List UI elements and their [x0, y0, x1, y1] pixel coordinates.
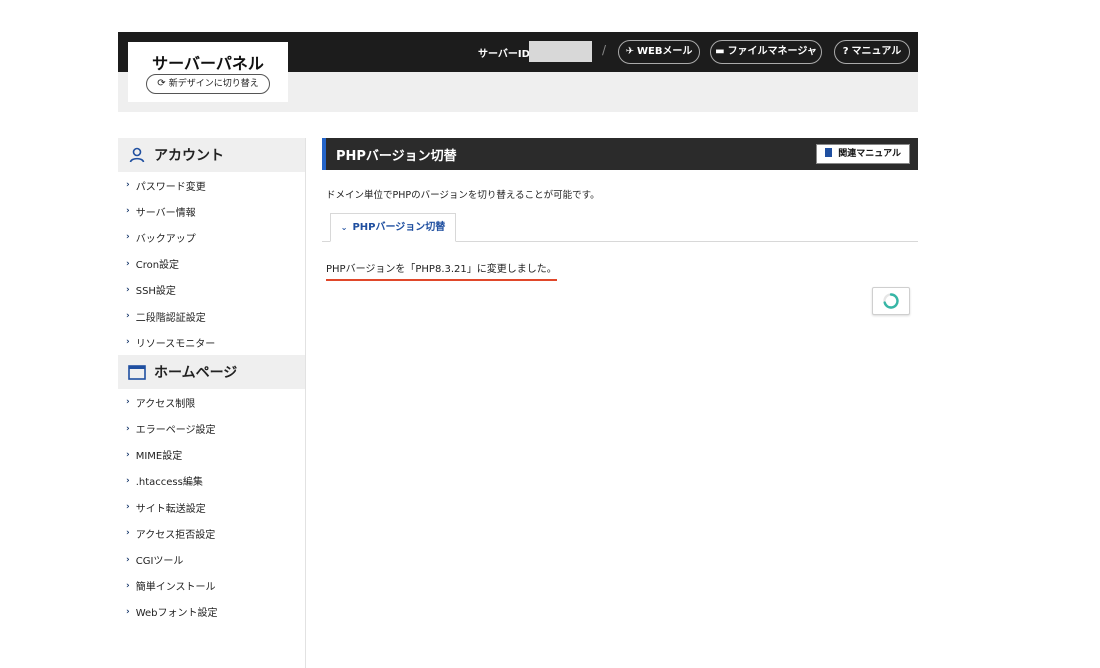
sidebar-item-mime[interactable]: › MIME設定	[118, 442, 305, 468]
chevron-down-icon: ⌄	[340, 223, 348, 232]
new-design-button[interactable]: ⟳ 新デザインに切り替え	[146, 74, 270, 94]
sidebar-item-server-info[interactable]: › サーバー情報	[118, 198, 305, 224]
sidebar-item-cgi-tools[interactable]: › CGIツール	[118, 546, 305, 572]
sidebar-section-account: アカウント	[118, 138, 305, 172]
spinner-icon	[883, 293, 899, 309]
chevron-right-icon: ›	[126, 449, 130, 460]
sidebar-item-error-page[interactable]: › エラーページ設定	[118, 416, 305, 442]
sidebar: アカウント › パスワード変更 › サーバー情報 › バックアップ › Cron設定 ›…	[118, 138, 306, 668]
sidebar-section-homepage: ホームページ	[118, 355, 305, 390]
webmail-button[interactable]: ✈ WEBメール	[618, 40, 700, 64]
webmail-label: WEBメール	[636, 46, 693, 57]
tab-php-version[interactable]: ⌄ PHPバージョン切替	[330, 213, 456, 242]
folder-icon: ▬	[715, 46, 725, 57]
chevron-right-icon: ›	[126, 475, 130, 486]
success-message: PHPバージョンを「PHP8.3.21」に変更しました。	[326, 264, 557, 275]
chevron-right-icon: ›	[126, 284, 130, 295]
chevron-right-icon: ›	[126, 232, 130, 243]
tab-label: PHPバージョン切替	[352, 222, 446, 233]
message-underline	[326, 279, 557, 281]
sidebar-section-title: アカウント	[154, 148, 224, 164]
sidebar-item-label: サーバー情報	[135, 207, 196, 219]
loading-spinner	[872, 287, 910, 315]
question-circle-icon: ?	[842, 46, 849, 57]
sidebar-item-cron[interactable]: › Cron設定	[118, 251, 305, 277]
paper-plane-icon: ✈	[625, 46, 634, 57]
chevron-right-icon: ›	[126, 423, 130, 434]
sidebar-item-label: リソースモニター	[135, 338, 216, 350]
sidebar-item-label: サイト転送設定	[135, 503, 206, 515]
sidebar-item-password[interactable]: › パスワード変更	[118, 172, 305, 198]
chevron-right-icon: ›	[126, 206, 130, 217]
sidebar-item-ssh[interactable]: › SSH設定	[118, 277, 305, 303]
page-description: ドメイン単位でPHPのバージョンを切り替えることが可能です。	[326, 190, 600, 201]
chevron-right-icon: ›	[126, 502, 130, 513]
manual-header-label: マニュアル	[851, 46, 902, 57]
sidebar-item-label: .htaccess編集	[135, 477, 203, 489]
sidebar-item-label: Cron設定	[135, 260, 180, 272]
chevron-right-icon: ›	[126, 258, 130, 269]
tab-bar: ⌄ PHPバージョン切替	[322, 213, 918, 242]
sidebar-item-backup[interactable]: › バックアップ	[118, 224, 305, 250]
chevron-right-icon: ›	[126, 606, 130, 617]
sidebar-item-web-font[interactable]: › Webフォント設定	[118, 599, 305, 625]
sidebar-item-access-deny[interactable]: › アクセス拒否設定	[118, 520, 305, 546]
sidebar-item-label: パスワード変更	[135, 181, 206, 193]
browser-window-icon	[128, 365, 146, 380]
manual-header-button[interactable]: ? マニュアル	[834, 40, 910, 64]
chevron-right-icon: ›	[126, 528, 130, 539]
page-title-bar: PHPバージョン切替 関連マニュアル	[322, 138, 918, 170]
chevron-right-icon: ›	[126, 580, 130, 591]
chevron-right-icon: ›	[126, 311, 130, 322]
sidebar-item-resource-monitor[interactable]: › リソースモニター	[118, 329, 305, 355]
sidebar-item-two-factor[interactable]: › 二段階認証設定	[118, 303, 305, 329]
sidebar-item-label: 簡単インストール	[135, 582, 216, 594]
file-manager-label: ファイルマネージャ	[727, 46, 817, 57]
page-title: PHPバージョン切替	[336, 148, 457, 164]
separator: /	[602, 43, 607, 57]
refresh-icon: ⟳	[157, 78, 166, 89]
new-design-label: 新デザインに切り替え	[168, 79, 259, 89]
sidebar-item-label: MIME設定	[135, 451, 183, 463]
chevron-right-icon: ›	[126, 397, 130, 408]
book-icon	[825, 148, 833, 157]
sidebar-item-htaccess[interactable]: › .htaccess編集	[118, 468, 305, 494]
sidebar-item-access-restriction[interactable]: › アクセス制限	[118, 389, 305, 415]
sidebar-item-label: 二段階認証設定	[135, 312, 206, 324]
sidebar-item-label: アクセス拒否設定	[135, 529, 216, 541]
sidebar-item-label: Webフォント設定	[135, 608, 218, 620]
sidebar-item-label: SSH設定	[135, 286, 176, 298]
server-id-value	[529, 41, 592, 62]
logo-title: サーバーパネル	[152, 54, 264, 73]
main-content: PHPバージョン切替 関連マニュアル ドメイン単位でPHPのバージョンを切り替え…	[322, 138, 918, 315]
file-manager-button[interactable]: ▬ ファイルマネージャ	[710, 40, 822, 64]
related-manual-button[interactable]: 関連マニュアル	[816, 144, 910, 164]
sidebar-item-site-redirect[interactable]: › サイト転送設定	[118, 494, 305, 520]
sidebar-item-label: CGIツール	[135, 556, 184, 568]
sidebar-item-label: エラーページ設定	[135, 425, 216, 437]
sidebar-item-label: バックアップ	[135, 233, 196, 245]
sidebar-section-title: ホームページ	[154, 365, 238, 382]
chevron-right-icon: ›	[126, 180, 130, 191]
logo-box: サーバーパネル ⟳ 新デザインに切り替え	[128, 42, 288, 102]
sidebar-item-label: アクセス制限	[135, 398, 196, 410]
related-manual-label: 関連マニュアル	[838, 149, 901, 159]
chevron-right-icon: ›	[126, 554, 130, 565]
sidebar-item-easy-install[interactable]: › 簡単インストール	[118, 573, 305, 599]
user-icon	[128, 147, 146, 163]
chevron-right-icon: ›	[126, 337, 130, 348]
